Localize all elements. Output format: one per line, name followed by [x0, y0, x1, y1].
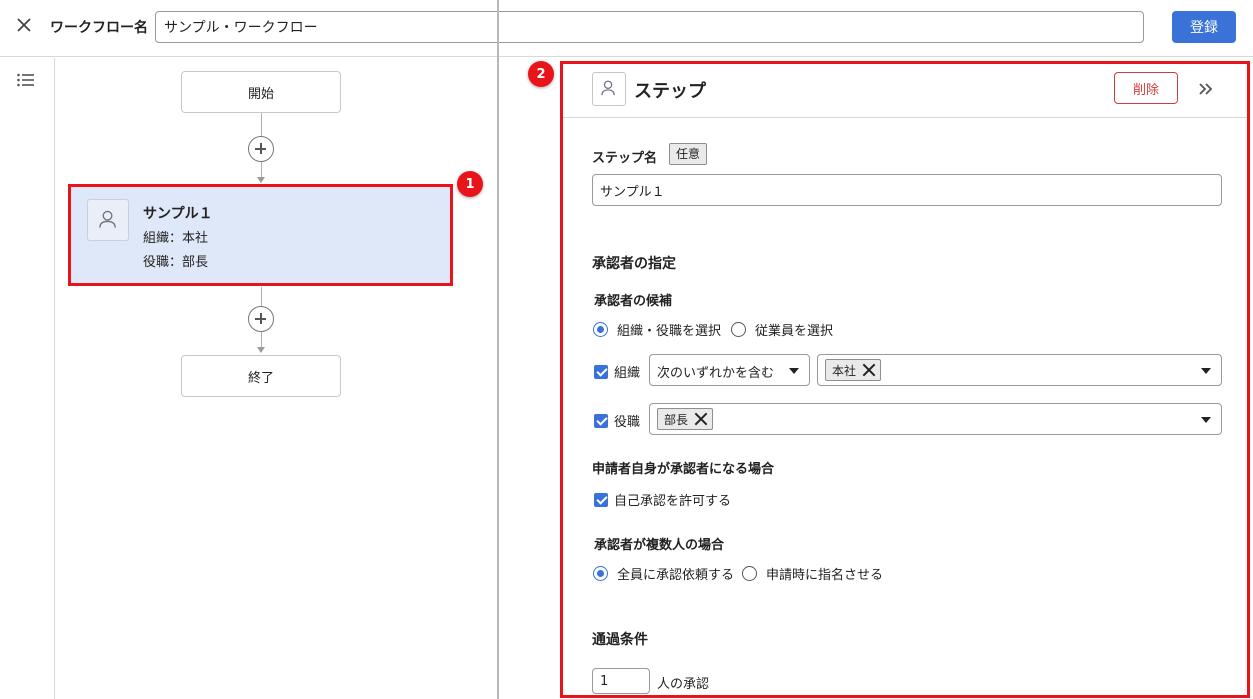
callout-badge-1: 1 — [457, 171, 483, 197]
list-icon[interactable] — [16, 72, 36, 88]
delete-button[interactable]: 削除 — [1114, 72, 1178, 104]
step-user-icon — [592, 72, 626, 106]
step-card-org: 組織：本社 — [143, 231, 209, 246]
add-step-button[interactable] — [248, 136, 274, 162]
register-button[interactable]: 登録 — [1172, 11, 1236, 43]
multi-approver-radio-group: 全員に承認依頼する 申請時に指名させる — [593, 564, 883, 583]
self-approval-section-title: 申請者自身が承認者になる場合 — [592, 462, 775, 477]
connector-line — [261, 162, 262, 178]
position-checkbox-label[interactable]: 役職 — [614, 411, 640, 430]
org-checkbox-label[interactable]: 組織 — [614, 362, 640, 381]
org-match-value: 次のいずれかを含む — [657, 366, 775, 381]
org-chip: 本社 — [825, 359, 882, 381]
pass-count-suffix: 人の承認 — [657, 677, 710, 692]
workflow-name-input[interactable] — [155, 11, 1144, 43]
radio-employee-label[interactable]: 従業員を選択 — [755, 320, 833, 339]
step-settings-panel: ステップ 削除 ステップ名 任意 承認者の指定 承認者の候補 組織・役職を選択 … — [560, 61, 1250, 698]
radio-employee[interactable] — [731, 322, 747, 337]
caret-down-icon — [1201, 368, 1211, 374]
panel-header: ステップ 削除 — [563, 64, 1247, 118]
start-node[interactable]: 開始 — [181, 71, 341, 113]
end-node-label: 終了 — [247, 370, 274, 386]
org-checkbox[interactable] — [594, 364, 608, 379]
radio-org-position-label[interactable]: 組織・役職を選択 — [617, 320, 721, 339]
radio-nominate-label[interactable]: 申請時に指名させる — [766, 564, 883, 583]
step-card[interactable]: サンプル１ 組織：本社 役職：部長 — [68, 184, 453, 286]
position-filter-row: 役職 — [594, 411, 640, 430]
self-approval-label[interactable]: 自己承認を許可する — [614, 490, 731, 509]
double-chevron-right-icon[interactable] — [1195, 78, 1217, 100]
end-node[interactable]: 終了 — [181, 355, 341, 397]
pass-count-input[interactable] — [592, 668, 650, 694]
self-approval-row: 自己承認を許可する — [594, 490, 731, 509]
panel-splitter[interactable] — [497, 0, 499, 699]
radio-nominate[interactable] — [742, 566, 758, 581]
approver-section-title: 承認者の指定 — [592, 256, 676, 272]
self-approval-checkbox[interactable] — [594, 492, 608, 507]
caret-down-icon — [1201, 417, 1211, 423]
position-checkbox[interactable] — [594, 413, 608, 428]
pass-condition-section-title: 通過条件 — [592, 632, 648, 648]
radio-all-approve[interactable] — [593, 566, 608, 581]
position-multiselect[interactable]: 部長 — [649, 403, 1222, 435]
start-node-label: 開始 — [247, 86, 274, 102]
step-name-label: ステップ名 — [592, 151, 658, 166]
org-multiselect[interactable]: 本社 — [817, 354, 1222, 386]
step-name-input[interactable] — [592, 174, 1222, 206]
close-icon[interactable] — [14, 15, 34, 35]
app-header: ワークフロー名 登録 — [0, 0, 1253, 57]
arrow-down-icon — [257, 177, 265, 183]
connector-line — [261, 113, 262, 136]
workflow-name-label: ワークフロー名 — [50, 20, 148, 36]
add-step-button[interactable] — [248, 306, 274, 332]
multi-approver-section-title: 承認者が複数人の場合 — [594, 538, 725, 553]
step-card-title: サンプル１ — [143, 206, 213, 222]
callout-badge-2: 2 — [528, 61, 554, 87]
radio-all-approve-label[interactable]: 全員に承認依頼する — [617, 564, 734, 583]
chip-remove-icon[interactable] — [694, 412, 708, 426]
position-chip-label: 部長 — [664, 412, 689, 427]
org-chip-label: 本社 — [832, 363, 857, 378]
approver-candidate-label: 承認者の候補 — [594, 294, 673, 309]
step-user-icon — [87, 199, 129, 241]
caret-down-icon — [789, 368, 799, 374]
panel-title: ステップ — [634, 81, 706, 102]
arrow-down-icon — [257, 347, 265, 353]
connector-line — [261, 332, 262, 348]
radio-org-position[interactable] — [593, 322, 608, 337]
candidate-radio-group: 組織・役職を選択 従業員を選択 — [593, 320, 833, 339]
left-rail — [0, 58, 55, 699]
step-card-position: 役職：部長 — [143, 255, 209, 270]
optional-tag: 任意 — [669, 143, 708, 165]
position-chip: 部長 — [657, 408, 714, 430]
chip-remove-icon[interactable] — [862, 363, 876, 377]
org-match-select[interactable]: 次のいずれかを含む — [649, 354, 810, 386]
org-filter-row: 組織 — [594, 362, 640, 381]
connector-line — [261, 287, 262, 306]
